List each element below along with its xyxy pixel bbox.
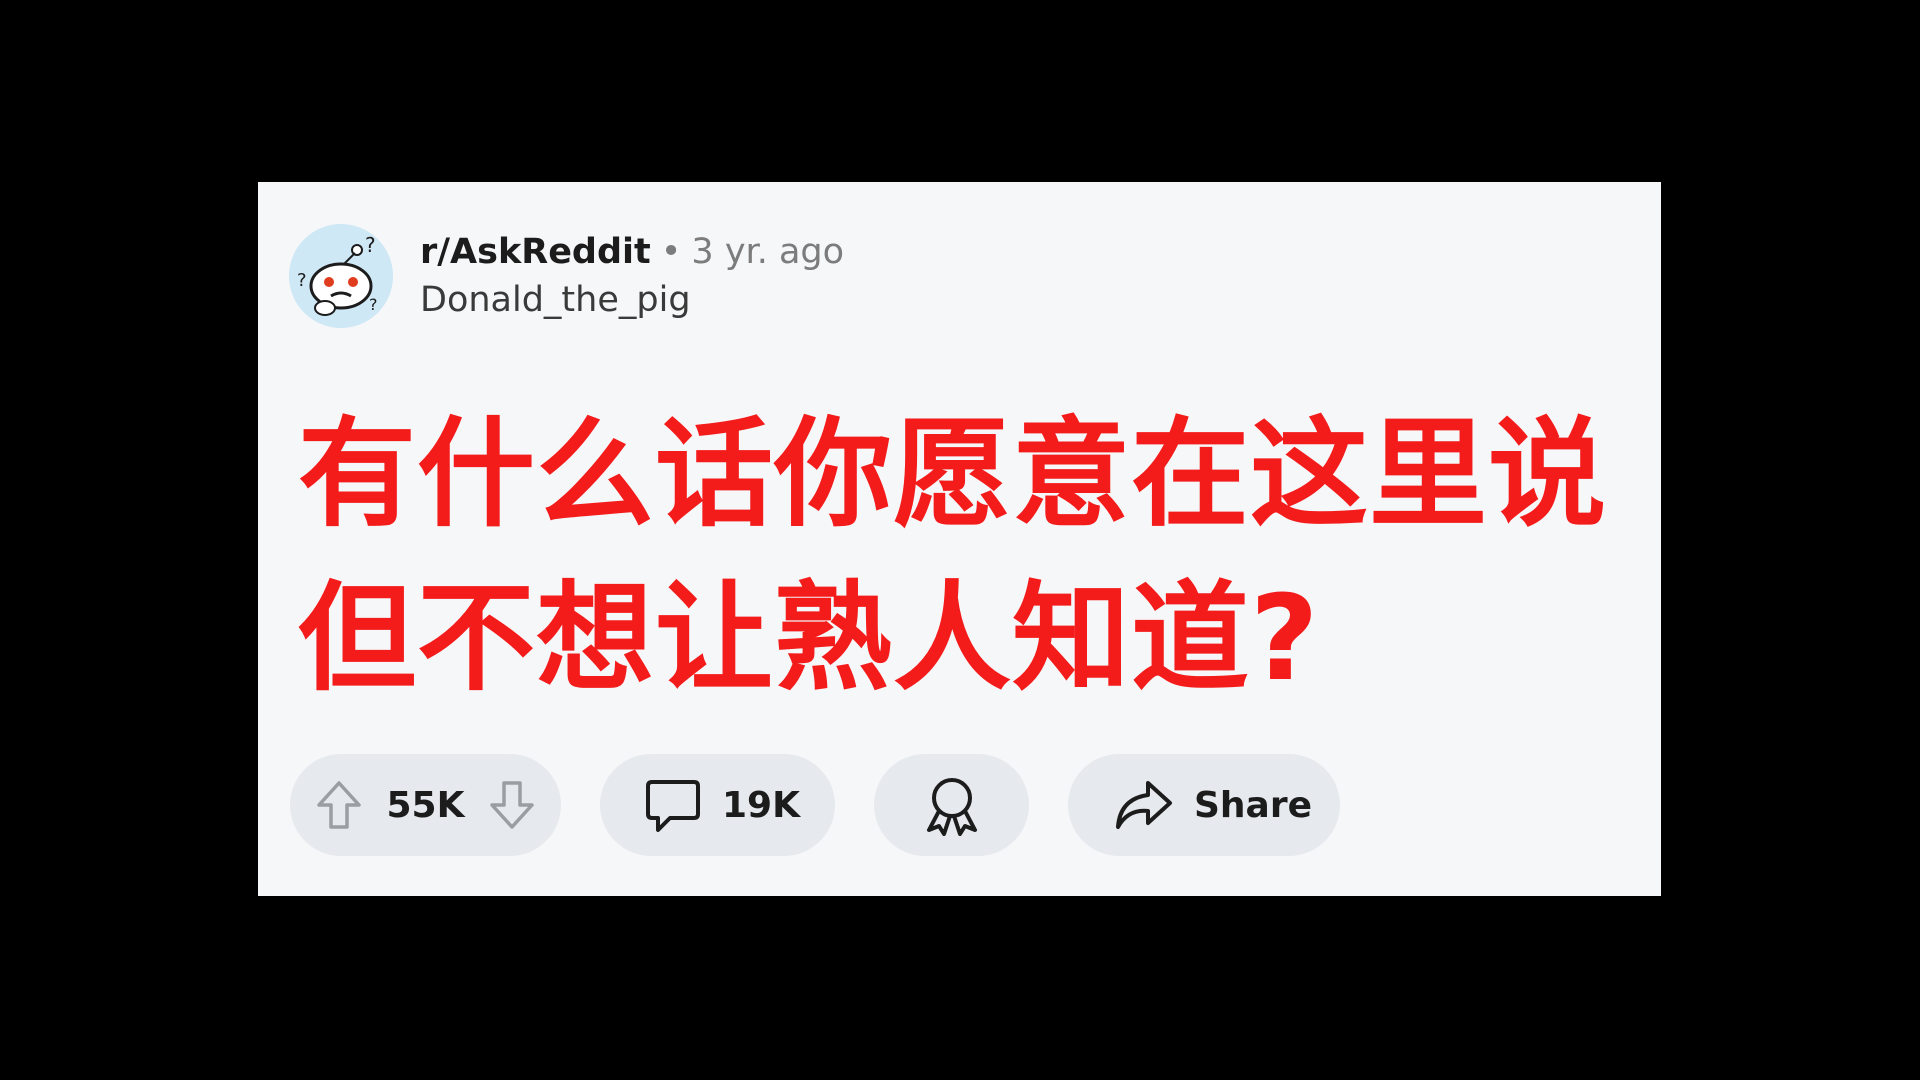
post-action-bar: 55K 19K Share bbox=[290, 754, 1379, 856]
comment-bubble-icon bbox=[644, 776, 702, 834]
post-meta: r/AskReddit • 3 yr. ago Donald_the_pig bbox=[420, 228, 844, 324]
post-title-line-2: 但不想让熟人知道? bbox=[298, 569, 1320, 707]
vote-control: 55K bbox=[290, 754, 561, 856]
author-link[interactable]: Donald_the_pig bbox=[420, 276, 844, 324]
upvote-arrow-icon[interactable] bbox=[314, 779, 364, 831]
post-title-line-1: 有什么话你愿意在这里说 bbox=[298, 405, 1608, 543]
comment-count: 19K bbox=[722, 784, 800, 826]
svg-text:?: ? bbox=[369, 295, 378, 314]
post-timestamp: 3 yr. ago bbox=[691, 232, 845, 272]
meta-separator: • bbox=[660, 232, 682, 272]
post-card: ? ? ? r/AskReddit • 3 yr. ago Donald_the… bbox=[258, 182, 1661, 896]
share-label: Share bbox=[1194, 784, 1313, 826]
award-button[interactable] bbox=[874, 754, 1029, 856]
downvote-arrow-icon[interactable] bbox=[487, 779, 537, 831]
post-meta-line: r/AskReddit • 3 yr. ago bbox=[420, 228, 844, 276]
vote-count: 55K bbox=[386, 784, 465, 826]
share-arrow-icon bbox=[1112, 777, 1174, 833]
subreddit-link[interactable]: r/AskReddit bbox=[420, 228, 651, 276]
comments-button[interactable]: 19K bbox=[600, 754, 835, 856]
snoo-question-avatar-icon[interactable]: ? ? ? bbox=[289, 224, 393, 328]
svg-text:?: ? bbox=[365, 233, 376, 257]
post-header: ? ? ? r/AskReddit • 3 yr. ago Donald_the… bbox=[289, 224, 844, 328]
svg-text:?: ? bbox=[297, 270, 307, 291]
post-title[interactable]: 有什么话你愿意在这里说 但不想让熟人知道? bbox=[298, 392, 1638, 720]
share-button[interactable]: Share bbox=[1068, 754, 1340, 856]
award-ribbon-icon bbox=[921, 774, 983, 836]
